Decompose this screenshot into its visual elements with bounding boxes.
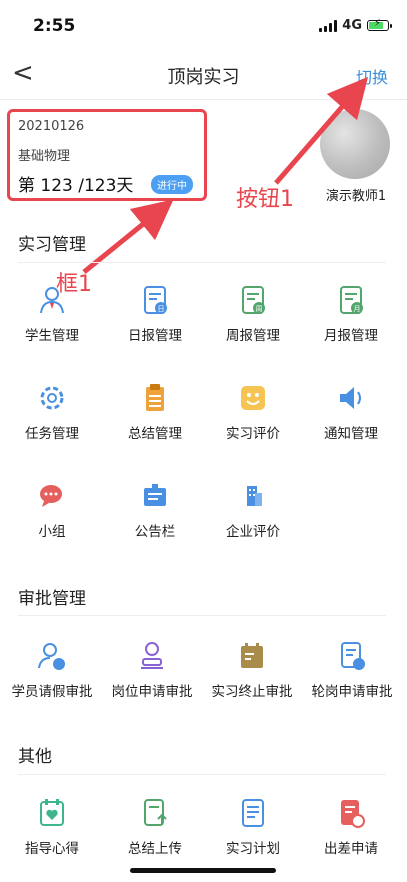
business-trip-icon [341,800,365,828]
day-progress: 第 123 /123天 [18,176,134,196]
student-management-button[interactable]: 学生管理 [4,284,100,344]
upload-doc-icon [144,799,167,826]
termination-approval-button[interactable]: 实习终止审批 [204,640,300,700]
task-management-button[interactable]: 任务管理 [4,382,100,442]
position-approval-button[interactable]: 岗位申请审批 [104,640,200,700]
svg-text:月: 月 [354,305,361,313]
switch-button[interactable]: 切换 [356,64,388,88]
notice-management-button[interactable]: 通知管理 [303,382,399,442]
home-indicator[interactable] [130,868,276,873]
rotation-doc-icon [341,642,365,670]
nav-divider [0,99,407,100]
section-title-other: 其他 [18,747,52,767]
arrow-to-card [82,199,174,274]
speaker-icon [340,387,361,409]
summary-management-button[interactable]: 总结管理 [107,382,203,442]
course-name: 基础物理 [18,149,71,164]
summary-upload-button[interactable]: 总结上传 [107,797,203,857]
rotation-approval-button[interactable]: 轮岗申请审批 [304,640,400,700]
item-label: 实习终止审批 [211,684,293,700]
task-gear-icon [40,386,64,410]
item-label: 学生管理 [25,328,79,344]
internship-evaluation-button[interactable]: 实习评价 [205,382,301,442]
status-indicators: 4G ⚡ [319,18,392,33]
section-title-internship: 实习管理 [18,235,86,255]
item-label: 周报管理 [226,328,280,344]
heart-board-icon [40,799,64,826]
monthly-report-button[interactable]: 月 月报管理 [303,284,399,344]
business-trip-button[interactable]: 出差申请 [303,797,399,857]
item-label: 小组 [38,524,66,540]
internship-plan-button[interactable]: 实习计划 [205,797,301,857]
section-divider [18,615,386,616]
item-label: 总结上传 [128,841,182,857]
plan-doc-icon [242,799,264,827]
leave-approval-button[interactable]: 学员请假审批 [4,640,100,700]
item-label: 岗位申请审批 [111,684,193,700]
item-label: 任务管理 [25,426,79,442]
annotation-button-label: 按钮1 [236,187,294,212]
smiley-evaluation-icon [241,386,265,410]
daily-report-button[interactable]: 日 日报管理 [107,284,203,344]
group-button[interactable]: 小组 [4,480,100,540]
item-label: 出差申请 [324,841,378,857]
item-label: 企业评价 [226,524,280,540]
bulletin-board-icon [144,484,166,506]
nav-bar: < 顶岗实习 切换 [0,50,407,98]
item-label: 实习计划 [226,841,280,857]
svg-text:日: 日 [158,305,165,313]
enterprise-evaluation-button[interactable]: 企业评价 [205,480,301,540]
section-divider [18,774,386,775]
internship-info-card[interactable]: 20210126 基础物理 第 123 /123天 进行中 [7,109,207,201]
status-time: 2:55 [33,16,76,36]
item-label: 总结管理 [128,426,182,442]
weekly-report-button[interactable]: 周 周报管理 [205,284,301,344]
status-badge: 进行中 [151,175,193,194]
status-bar: 2:55 4G ⚡ [0,0,407,46]
chat-bubble-icon [40,485,62,507]
battery-icon: ⚡ [367,18,392,31]
building-icon [247,486,262,506]
item-label: 实习评价 [226,426,280,442]
internship-code: 20210126 [18,119,85,134]
item-label: 学员请假审批 [11,684,93,700]
item-label: 月报管理 [324,328,378,344]
teacher-name: 演示教师1 [325,189,387,204]
termination-calendar-icon [241,643,263,668]
guidance-notes-button[interactable]: 指导心得 [4,797,100,857]
avatar[interactable] [320,109,390,179]
daily-report-icon: 日 [144,286,167,314]
network-label: 4G [342,18,362,33]
item-label: 日报管理 [128,328,182,344]
student-icon [40,287,64,314]
bulletin-board-button[interactable]: 公告栏 [107,480,203,540]
position-stamp-icon [141,642,163,669]
summary-clipboard-icon [146,384,164,411]
weekly-report-icon: 周 [242,286,265,314]
item-label: 指导心得 [25,841,79,857]
svg-text:周: 周 [256,305,263,313]
item-label: 通知管理 [324,426,378,442]
section-divider [18,262,386,263]
section-title-approval: 审批管理 [18,589,86,609]
item-label: 公告栏 [134,524,176,540]
item-label: 轮岗申请审批 [311,684,393,700]
monthly-report-icon: 月 [340,286,363,314]
leave-person-icon [38,643,65,670]
signal-icon [319,19,338,32]
page-title: 顶岗实习 [167,67,240,88]
